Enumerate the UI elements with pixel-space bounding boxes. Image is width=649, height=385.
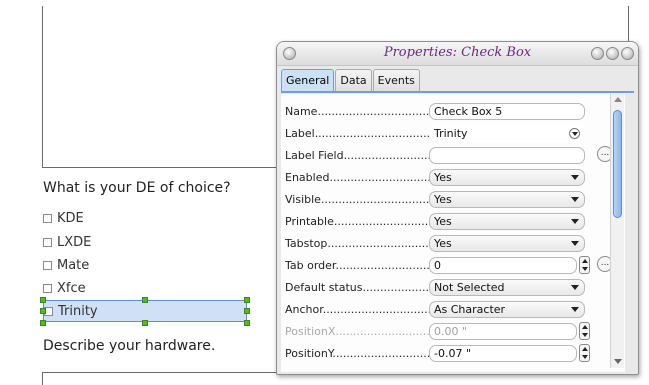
- name-input[interactable]: Check Box 5: [429, 103, 585, 120]
- default-status-select[interactable]: Not Selected: [429, 279, 585, 296]
- row-visible: Visible.................................…: [283, 190, 593, 210]
- field-label: Anchor.................................: [285, 303, 431, 316]
- tab-general[interactable]: General: [281, 69, 335, 91]
- visible-select[interactable]: Yes: [429, 191, 585, 208]
- row-enabled: Enabled.................................…: [283, 168, 593, 188]
- field-label: Printable...............................…: [285, 215, 431, 228]
- row-label: Label................................. T…: [283, 124, 593, 144]
- scrollbar-thumb[interactable]: [613, 110, 622, 218]
- anchor-select[interactable]: As Character: [429, 301, 585, 318]
- chevron-down-icon[interactable]: [571, 307, 579, 312]
- select-value: Yes: [434, 193, 452, 206]
- checkbox-box-icon[interactable]: [43, 237, 52, 247]
- select-value: Yes: [434, 237, 452, 250]
- field-label: Label.................................: [285, 127, 431, 140]
- checkbox-box-icon[interactable]: [43, 213, 52, 223]
- chevron-down-icon[interactable]: [571, 219, 579, 224]
- spin-down-icon[interactable]: [582, 355, 588, 359]
- label-value: Trinity: [434, 127, 468, 140]
- spin-down-icon[interactable]: [582, 333, 588, 337]
- chevron-down-icon[interactable]: [571, 175, 579, 180]
- resize-handle-w[interactable]: [40, 308, 46, 314]
- select-value: Yes: [434, 215, 452, 228]
- scroll-up-icon[interactable]: [614, 97, 622, 102]
- select-value: Not Selected: [434, 281, 505, 294]
- row-label-field: Label Field.............................…: [283, 146, 613, 166]
- spin-up-icon[interactable]: [582, 325, 588, 329]
- tab-events[interactable]: Events: [372, 69, 420, 91]
- position-y-input[interactable]: -0.07 ": [429, 345, 577, 362]
- checkbox-box-icon[interactable]: [43, 260, 52, 270]
- row-tabstop: Tabstop.................................…: [283, 234, 593, 254]
- field-label: PositionY...............................…: [285, 347, 431, 360]
- spin-up-icon[interactable]: [582, 347, 588, 351]
- select-value: As Character: [434, 303, 506, 316]
- checkbox-trinity-selected[interactable]: Trinity: [43, 300, 247, 322]
- position-x-spinner[interactable]: [579, 322, 590, 340]
- row-position-y: PositionY...............................…: [283, 344, 593, 364]
- maximize-icon[interactable]: [606, 47, 619, 60]
- general-panel: Name................................. Ch…: [281, 94, 625, 372]
- checkbox-box-icon[interactable]: [43, 283, 52, 293]
- question-hardware-label: Describe your hardware.: [43, 338, 216, 354]
- panel-scrollbar[interactable]: [610, 94, 624, 368]
- resize-handle-e[interactable]: [244, 308, 250, 314]
- field-label: PositionX...............................…: [285, 325, 431, 338]
- checkbox-xfce[interactable]: Xfce: [43, 279, 86, 297]
- checkbox-label: Mate: [57, 257, 90, 273]
- label-field-input[interactable]: [429, 147, 585, 164]
- resize-handle-se[interactable]: [244, 320, 250, 326]
- field-label: Tabstop.................................: [285, 237, 431, 250]
- dialog-tabs: General Data Events: [281, 69, 421, 91]
- checkbox-lxde[interactable]: LXDE: [43, 233, 91, 251]
- dialog-title: Properties: Check Box: [383, 45, 532, 60]
- resize-handle-n[interactable]: [142, 297, 148, 303]
- resize-handle-sw[interactable]: [40, 320, 46, 326]
- field-label: Name.................................: [285, 105, 431, 118]
- close-icon[interactable]: [621, 47, 634, 60]
- tab-divider: [281, 91, 634, 93]
- row-tab-order: Tab order...............................…: [283, 256, 613, 276]
- checkbox-mate[interactable]: Mate: [43, 256, 89, 274]
- row-name: Name................................. Ch…: [283, 102, 593, 122]
- minimize-icon[interactable]: [591, 47, 604, 60]
- checkbox-label: KDE: [57, 210, 84, 226]
- scroll-down-icon[interactable]: [614, 359, 622, 364]
- enabled-select[interactable]: Yes: [429, 169, 585, 186]
- resize-handle-ne[interactable]: [244, 297, 250, 303]
- properties-dialog: Properties: Check Box General Data Event…: [276, 41, 639, 375]
- chevron-down-icon[interactable]: [571, 285, 579, 290]
- field-label: Default status..........................…: [285, 281, 431, 294]
- field-label: Visible.................................: [285, 193, 431, 206]
- tab-data[interactable]: Data: [335, 69, 372, 91]
- row-printable: Printable...............................…: [283, 212, 593, 232]
- field-label: Tab order...............................…: [285, 259, 431, 272]
- select-value: Yes: [434, 171, 452, 184]
- row-default-status: Default status..........................…: [283, 278, 593, 298]
- spin-up-icon[interactable]: [582, 259, 588, 263]
- row-anchor: Anchor................................. …: [283, 300, 593, 320]
- checkbox-label: Xfce: [57, 280, 86, 296]
- resize-handle-nw[interactable]: [40, 297, 46, 303]
- resize-handle-s[interactable]: [142, 320, 148, 326]
- checkbox-label: LXDE: [57, 234, 92, 250]
- chevron-down-icon[interactable]: [571, 197, 579, 202]
- chevron-down-icon[interactable]: [569, 128, 580, 139]
- label-input[interactable]: Trinity: [429, 125, 585, 142]
- row-position-x: PositionX...............................…: [283, 322, 593, 342]
- tabstop-select[interactable]: Yes: [429, 235, 585, 252]
- chevron-down-icon[interactable]: [571, 241, 579, 246]
- checkbox-kde[interactable]: KDE: [43, 209, 84, 227]
- tab-order-spinner[interactable]: [579, 256, 590, 274]
- printable-select[interactable]: Yes: [429, 213, 585, 230]
- question-de-label: What is your DE of choice?: [43, 180, 231, 196]
- tab-order-input[interactable]: 0: [429, 257, 577, 274]
- field-label: Enabled.................................: [285, 171, 431, 184]
- dialog-titlebar[interactable]: Properties: Check Box: [277, 42, 638, 66]
- checkbox-label: Trinity: [58, 303, 98, 319]
- field-label: Label Field.............................…: [285, 149, 431, 162]
- position-y-spinner[interactable]: [579, 344, 590, 362]
- position-x-input[interactable]: 0.00 ": [429, 323, 577, 340]
- spin-down-icon[interactable]: [582, 267, 588, 271]
